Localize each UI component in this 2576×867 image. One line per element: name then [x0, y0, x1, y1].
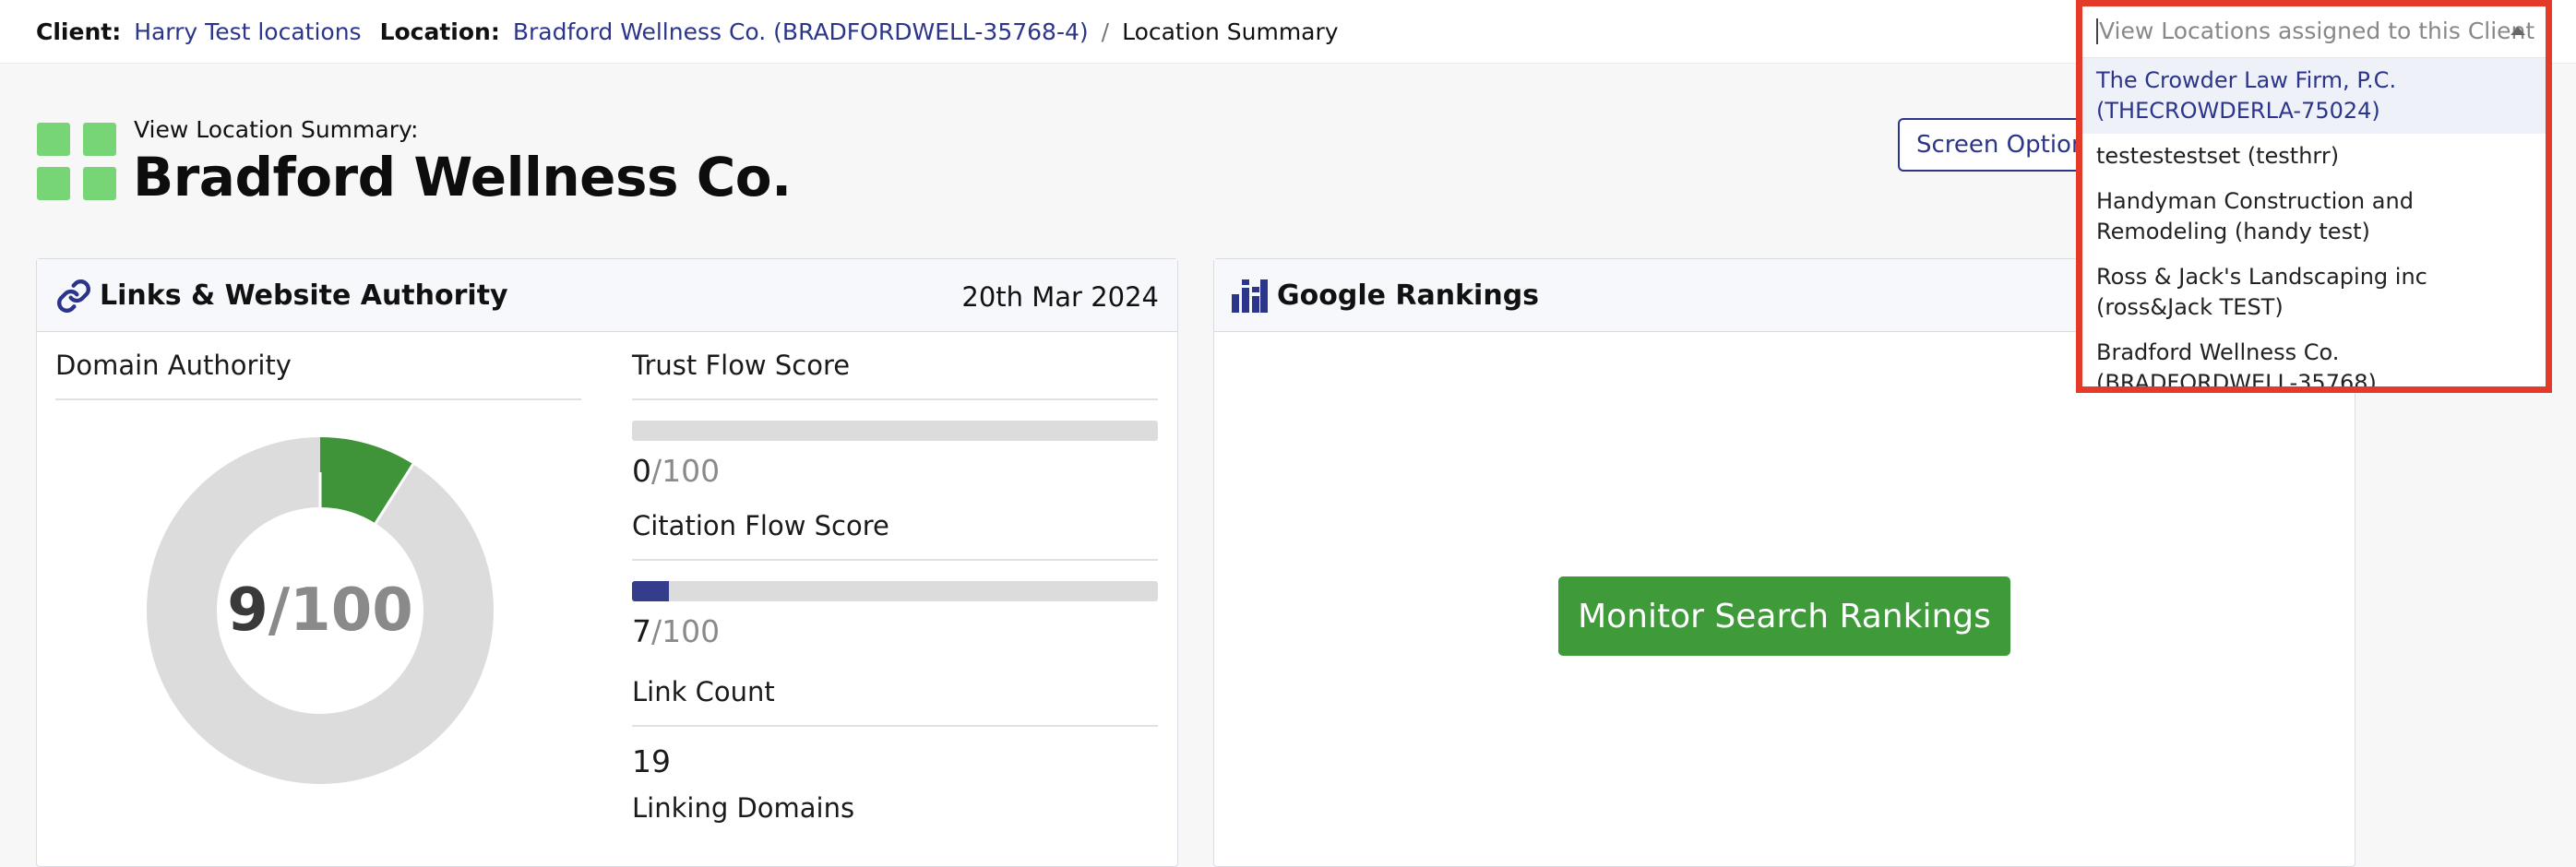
domain-authority-number: 9: [227, 576, 268, 645]
client-label: Client:: [36, 18, 122, 45]
location-search-input[interactable]: View Locations assigned to this Client: [2082, 6, 2546, 58]
location-option[interactable]: Bradford Wellness Co. (BRADFORDWELL-3576…: [2082, 330, 2546, 386]
trust-flow-score: 0/100: [632, 453, 720, 489]
links-card-date: 20th Mar 2024: [961, 281, 1159, 313]
location-search-placeholder: View Locations assigned to this Client: [2099, 18, 2535, 44]
card-header: Links & Website Authority 20th Mar 2024: [37, 259, 1177, 332]
breadcrumb-separator: /: [1101, 18, 1110, 45]
link-count-value: 19: [632, 743, 671, 779]
citation-flow-value: 7: [632, 613, 651, 649]
links-card-title: Links & Website Authority: [100, 279, 508, 312]
chevron-up-icon[interactable]: [2510, 27, 2525, 35]
divider: [632, 559, 1158, 561]
location-link[interactable]: Bradford Wellness Co. (BRADFORDWELL-3576…: [513, 18, 1089, 45]
domain-authority-value: 9/100: [145, 435, 495, 786]
citation-flow-bar: [632, 581, 1158, 601]
domain-authority-label: Domain Authority: [55, 350, 292, 381]
citation-flow-label: Citation Flow Score: [632, 510, 889, 541]
location-select-dropdown[interactable]: View Locations assigned to this Client T…: [2076, 0, 2552, 393]
page-subtitle: View Location Summary:: [134, 116, 419, 143]
location-label: Location:: [379, 18, 500, 45]
location-option[interactable]: Ross & Jack's Landscaping inc (ross&Jack…: [2082, 255, 2546, 330]
text-cursor: [2096, 18, 2098, 44]
domain-authority-donut: 9/100: [145, 435, 495, 786]
trust-flow-label: Trust Flow Score: [632, 350, 851, 381]
citation-flow-denominator: /100: [651, 613, 721, 649]
location-option[interactable]: testestestset (testhrr): [2082, 134, 2546, 179]
rankings-card-title: Google Rankings: [1277, 279, 1540, 312]
divider: [632, 725, 1158, 727]
monitor-search-rankings-button[interactable]: Monitor Search Rankings: [1558, 576, 2010, 656]
divider: [55, 398, 581, 400]
trust-flow-bar: [632, 421, 1158, 441]
location-option[interactable]: Handyman Construction and Remodeling (ha…: [2082, 179, 2546, 255]
dashboard-grid-icon: [37, 123, 116, 202]
citation-flow-bar-fill: [632, 581, 669, 601]
domain-authority-denominator: /100: [268, 576, 413, 645]
link-icon: [55, 278, 92, 315]
links-authority-card: Links & Website Authority 20th Mar 2024 …: [36, 258, 1178, 867]
divider: [632, 398, 1158, 400]
citation-flow-score: 7/100: [632, 613, 720, 649]
linking-domains-label: Linking Domains: [632, 792, 855, 824]
link-count-label: Link Count: [632, 676, 775, 707]
bar-chart-icon: [1231, 278, 1268, 315]
page-title: Bradford Wellness Co.: [133, 146, 792, 208]
breadcrumb-current: Location Summary: [1122, 18, 1339, 45]
client-link[interactable]: Harry Test locations: [134, 18, 361, 45]
trust-flow-denominator: /100: [651, 453, 721, 489]
breadcrumb: Client: Harry Test locations Location: B…: [36, 18, 1339, 45]
location-option[interactable]: The Crowder Law Firm, P.C. (THECROWDERLA…: [2082, 58, 2546, 134]
trust-flow-value: 0: [632, 453, 651, 489]
location-options-list: The Crowder Law Firm, P.C. (THECROWDERLA…: [2082, 58, 2546, 386]
